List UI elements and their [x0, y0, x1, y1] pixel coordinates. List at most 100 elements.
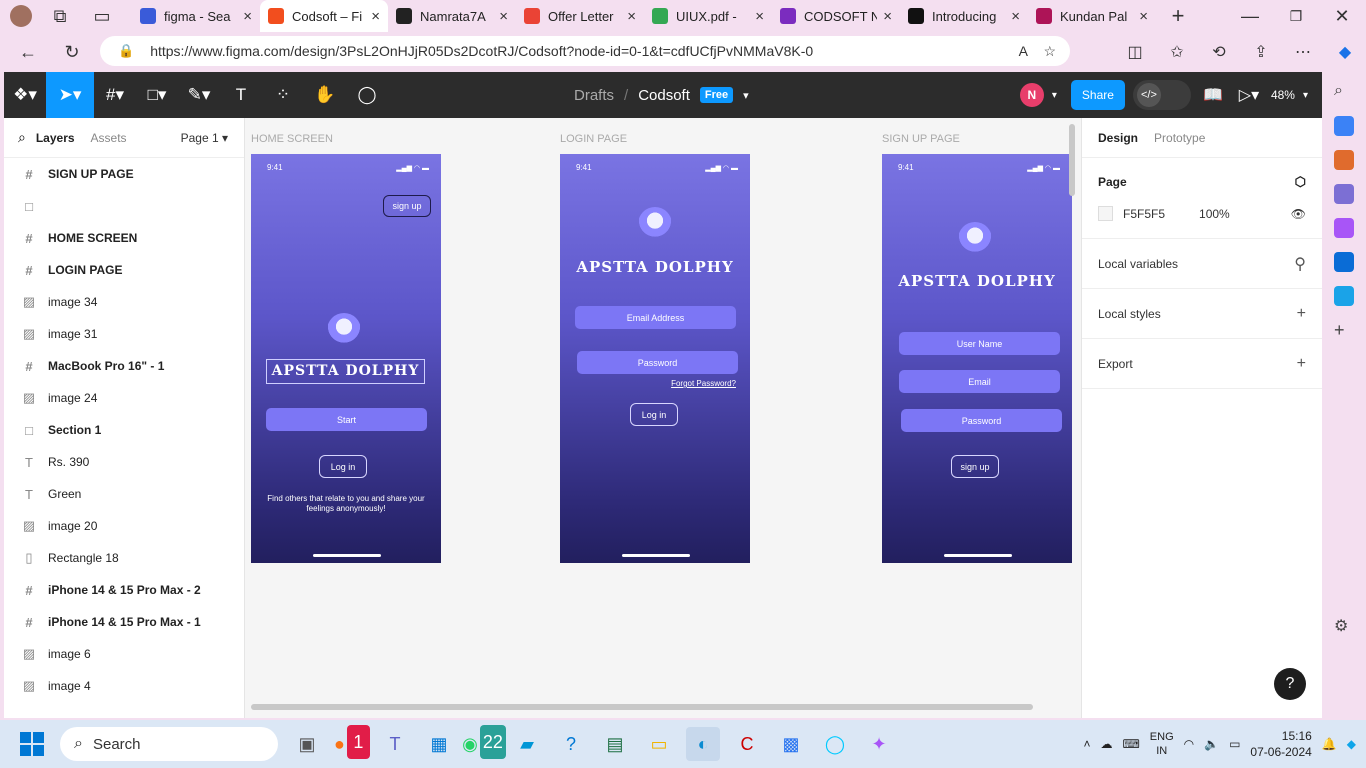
close-window-button[interactable]: ✕: [1326, 0, 1358, 32]
browser-tab[interactable]: Kundan Pal ×: [1028, 0, 1156, 32]
profile-avatar[interactable]: [6, 0, 36, 32]
layer-item[interactable]: # MacBook Pro 16" - 1: [4, 350, 244, 382]
wifi-icon[interactable]: ◠: [1184, 737, 1194, 751]
pen-tool-icon[interactable]: ✎▾: [178, 72, 220, 118]
text-tool-icon[interactable]: T: [220, 72, 262, 118]
frame-tool-icon[interactable]: #▾: [94, 72, 136, 118]
back-button[interactable]: ←: [12, 36, 44, 68]
password-field[interactable]: Password: [901, 409, 1062, 432]
history-icon[interactable]: ⟲: [1198, 42, 1240, 62]
layer-item[interactable]: # iPhone 14 & 15 Pro Max - 1: [4, 606, 244, 638]
browser-tab[interactable]: Codsoft – Fi ×: [260, 0, 388, 32]
sheets-icon[interactable]: ▤: [598, 727, 632, 761]
present-icon[interactable]: ▷▾: [1235, 85, 1263, 105]
split-screen-icon[interactable]: ◫: [1114, 42, 1156, 62]
refresh-button[interactable]: ↻: [56, 36, 88, 68]
send-icon[interactable]: [1334, 286, 1354, 306]
browser-tab[interactable]: figma - Sea ×: [132, 0, 260, 32]
battery-icon[interactable]: ▭: [1229, 737, 1240, 751]
layer-item[interactable]: ▨ image 24: [4, 382, 244, 414]
favorite-star-icon[interactable]: ☆: [1043, 43, 1056, 60]
whatsapp-icon[interactable]: ◉ 22: [462, 725, 506, 761]
page-opacity-value[interactable]: 100%: [1199, 207, 1230, 221]
home-signup-button[interactable]: sign up: [383, 195, 431, 217]
shopping-icon[interactable]: [1334, 116, 1354, 136]
components-icon[interactable]: ⁘: [262, 72, 304, 118]
chevron-down-icon[interactable]: ▾: [743, 89, 749, 102]
layer-item[interactable]: # iPhone 14 & 15 Pro Max - 2: [4, 574, 244, 606]
settings-icon[interactable]: ⚙: [1334, 616, 1354, 636]
layer-item[interactable]: ▯ Rectangle 18: [4, 542, 244, 574]
tools-icon[interactable]: [1334, 150, 1354, 170]
frame-signup-page[interactable]: 9:41 ▂▄▆ ◠ ▬ APSTTA DOLPHY User Name Ema…: [882, 154, 1072, 563]
layer-item[interactable]: ▨ image 34: [4, 286, 244, 318]
keyboard-icon[interactable]: ⌨: [1122, 737, 1139, 751]
help-button[interactable]: ?: [1274, 668, 1306, 700]
close-icon[interactable]: ×: [883, 8, 892, 25]
file-explorer-icon[interactable]: ▭: [642, 727, 676, 761]
clock[interactable]: 15:16 07-06-2024: [1250, 728, 1311, 760]
copilot-icon[interactable]: ◆: [1347, 737, 1356, 751]
new-tab-button[interactable]: +: [1162, 0, 1194, 32]
signup-button[interactable]: sign up: [951, 455, 999, 478]
start-button[interactable]: Start: [266, 408, 427, 431]
chevron-down-icon[interactable]: ▾: [1052, 90, 1057, 101]
login-button[interactable]: Log in: [630, 403, 678, 426]
outlook-icon[interactable]: [1334, 252, 1354, 272]
edge-icon[interactable]: ◐: [686, 727, 720, 761]
layer-item[interactable]: ▨ image 20: [4, 510, 244, 542]
address-bar[interactable]: 🔒 https://www.figma.com/design/3PsL2OnHJ…: [100, 36, 1070, 66]
library-icon[interactable]: 📖: [1199, 85, 1227, 105]
share-icon[interactable]: ⇪: [1240, 42, 1282, 62]
add-icon[interactable]: +: [1334, 320, 1354, 340]
email-field[interactable]: Email Address: [575, 306, 736, 329]
close-icon[interactable]: ×: [1139, 8, 1148, 25]
layer-item[interactable]: □: [4, 190, 244, 222]
read-aloud-icon[interactable]: A: [1019, 43, 1028, 59]
frame-label-login[interactable]: LOGIN PAGE: [560, 133, 627, 145]
vertical-scrollbar[interactable]: [1069, 124, 1075, 196]
browser-tab[interactable]: Introducing ×: [900, 0, 1028, 32]
frame-home-screen[interactable]: 9:41 ▂▄▆ ◠ ▬ sign up APSTTA DOLPHY Start…: [251, 154, 441, 563]
notifications-icon[interactable]: 🔔: [1322, 737, 1337, 751]
layer-item[interactable]: ▨ image 6: [4, 638, 244, 670]
notification-app-icon[interactable]: ● 1: [334, 725, 370, 761]
chevron-up-icon[interactable]: ˄: [1083, 737, 1090, 751]
help-app-icon[interactable]: ?: [554, 727, 588, 761]
close-icon[interactable]: ×: [499, 8, 508, 25]
horizontal-scrollbar[interactable]: [251, 704, 1033, 710]
frame-label-home[interactable]: HOME SCREEN: [251, 133, 333, 145]
home-login-button[interactable]: Log in: [319, 455, 367, 478]
move-tool-icon[interactable]: ➤▾: [46, 72, 94, 118]
canvas[interactable]: HOME SCREEN 9:41 ▂▄▆ ◠ ▬ sign up APSTTA …: [245, 118, 1081, 718]
ccleaner-icon[interactable]: C: [730, 727, 764, 761]
tab-assets[interactable]: Assets: [91, 131, 127, 145]
user-avatar[interactable]: N: [1019, 83, 1044, 107]
close-icon[interactable]: ×: [1011, 8, 1020, 25]
teams-icon[interactable]: T: [378, 727, 412, 761]
add-export-icon[interactable]: +: [1297, 355, 1306, 373]
username-field[interactable]: User Name: [899, 332, 1060, 355]
favorites-icon[interactable]: ✩: [1156, 42, 1198, 62]
people-icon[interactable]: [1334, 184, 1354, 204]
share-button[interactable]: Share: [1070, 80, 1125, 110]
comment-tool-icon[interactable]: ◯: [346, 72, 388, 118]
browser-tab[interactable]: Offer Letter ×: [516, 0, 644, 32]
browser-tab[interactable]: UIUX.pdf - ×: [644, 0, 772, 32]
variables-icon[interactable]: ⚲: [1294, 254, 1306, 274]
layer-item[interactable]: # LOGIN PAGE: [4, 254, 244, 286]
email-field[interactable]: Email: [899, 370, 1060, 393]
layer-item[interactable]: # HOME SCREEN: [4, 222, 244, 254]
close-icon[interactable]: ×: [371, 8, 380, 25]
layer-item[interactable]: # SIGN UP PAGE: [4, 158, 244, 190]
file-name[interactable]: Codsoft: [638, 87, 690, 104]
tab-prototype[interactable]: Prototype: [1154, 131, 1205, 145]
page-selector[interactable]: Page 1 ▾: [181, 131, 228, 145]
figma-menu-icon[interactable]: ❖▾: [4, 72, 46, 118]
frame-login-page[interactable]: 9:41 ▂▄▆ ◠ ▬ APSTTA DOLPHY Email Address…: [560, 154, 750, 563]
zoom-level[interactable]: 48%: [1271, 88, 1295, 102]
search-icon[interactable]: ⌕: [1334, 82, 1354, 102]
task-view-icon[interactable]: ▣: [290, 727, 324, 761]
games-icon[interactable]: [1334, 218, 1354, 238]
layer-item[interactable]: ▨ image 31: [4, 318, 244, 350]
